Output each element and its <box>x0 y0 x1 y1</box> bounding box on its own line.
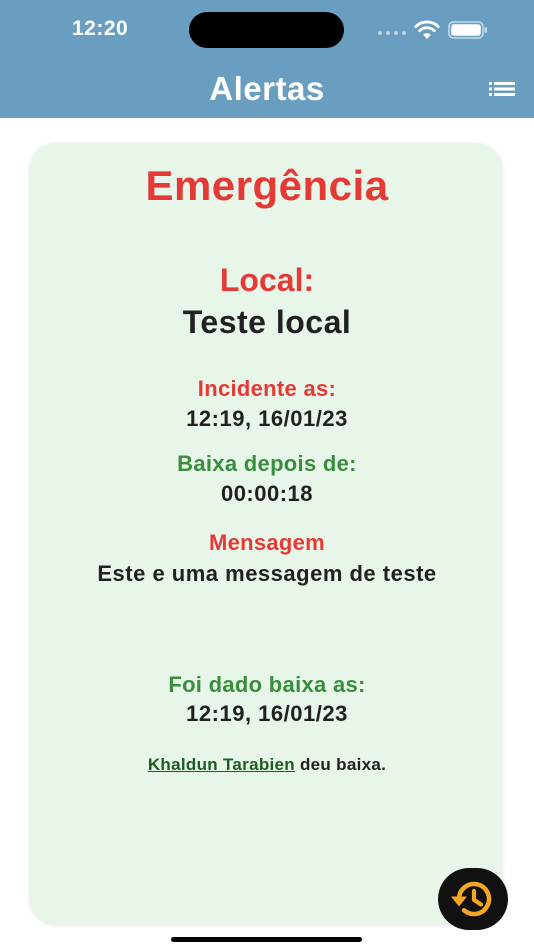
battery-icon <box>448 21 487 39</box>
home-indicator <box>171 937 362 942</box>
resolved-time-label: Foi dado baixa as: <box>168 672 366 697</box>
status-time: 12:20 <box>72 17 129 40</box>
elapsed-label: Baixa depois de: <box>177 451 357 476</box>
wifi-icon <box>414 20 440 39</box>
resolved-by-suffix: deu baixa. <box>294 755 387 774</box>
location-label: Local: <box>219 262 315 298</box>
elapsed-value: 00:00:18 <box>220 481 314 506</box>
page-title: Alertas <box>209 70 325 107</box>
location-value: Teste local <box>182 304 352 340</box>
alert-type-title: Emergência <box>145 162 389 209</box>
list-menu-icon[interactable] <box>489 80 515 98</box>
cellular-signal-icon <box>378 31 406 35</box>
app-header: 12:20 Alertas <box>0 0 534 118</box>
history-button[interactable] <box>438 868 508 930</box>
incident-time-label: Incidente as: <box>197 376 337 401</box>
resolved-by-line: Khaldun Tarabien deu baixa. <box>0 755 534 775</box>
history-icon <box>451 881 492 917</box>
incident-time-value: 12:19, 16/01/23 <box>186 406 348 431</box>
message-value: Este e uma messagem de teste <box>97 561 437 586</box>
dynamic-island <box>189 12 344 48</box>
message-label: Mensagem <box>208 530 326 555</box>
resolved-time-value: 12:19, 16/01/23 <box>186 701 348 726</box>
resolved-by-user-link[interactable]: Khaldun Tarabien <box>148 755 295 774</box>
